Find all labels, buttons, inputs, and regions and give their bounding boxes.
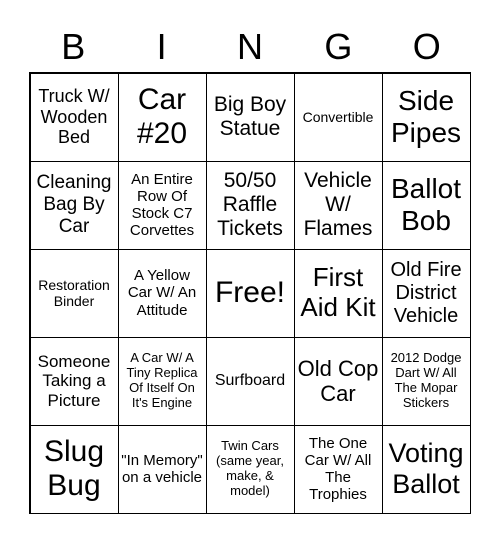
bingo-cell[interactable]: Restoration Binder (29, 248, 119, 338)
bingo-cell[interactable]: Car #20 (117, 72, 207, 162)
bingo-cell[interactable]: Convertible (293, 72, 383, 162)
bingo-cell[interactable]: Big Boy Statue (205, 72, 295, 162)
bingo-cell[interactable]: Twin Cars (same year, make, & model) (205, 424, 295, 514)
header-letter-b: B (61, 26, 86, 67)
header-letter-g: G (324, 26, 353, 67)
bingo-cell[interactable]: Side Pipes (381, 72, 471, 162)
bingo-cell[interactable]: Old Cop Car (293, 336, 383, 426)
bingo-cell[interactable]: First Aid Kit (293, 248, 383, 338)
bingo-cell[interactable]: An Entire Row Of Stock C7 Corvettes (117, 160, 207, 250)
bingo-cell[interactable]: Ballot Bob (381, 160, 471, 250)
header-letter-o: O (412, 26, 441, 67)
bingo-cell[interactable]: Slug Bug (29, 424, 119, 514)
bingo-header: B I N G O (29, 22, 471, 72)
bingo-cell[interactable]: 2012 Dodge Dart W/ All The Mopar Sticker… (381, 336, 471, 426)
bingo-cell[interactable]: A Yellow Car W/ An Attitude (117, 248, 207, 338)
header-letter-i: I (156, 26, 167, 67)
bingo-cell[interactable]: Truck W/ Wooden Bed (29, 72, 119, 162)
bingo-cell[interactable]: The One Car W/ All The Trophies (293, 424, 383, 514)
bingo-cell[interactable]: Free! (205, 248, 295, 338)
bingo-cell[interactable]: Someone Taking a Picture (29, 336, 119, 426)
bingo-grid: Truck W/ Wooden Bed Car #20 Big Boy Statue… (29, 72, 471, 514)
bingo-cell[interactable]: Voting Ballot (381, 424, 471, 514)
bingo-cell[interactable]: A Car W/ A Tiny Replica Of Itself On It'… (117, 336, 207, 426)
bingo-cell[interactable]: 50/50 Raffle Tickets (205, 160, 295, 250)
bingo-cell[interactable]: Surfboard (205, 336, 295, 426)
bingo-cell[interactable]: Old Fire District Vehicle (381, 248, 471, 338)
header-letter-n: N (236, 26, 263, 67)
bingo-cell[interactable]: Vehicle W/ Flames (293, 160, 383, 250)
bingo-cell[interactable]: "In Memory" on a vehicle (117, 424, 207, 514)
bingo-cell[interactable]: Cleaning Bag By Car (29, 160, 119, 250)
